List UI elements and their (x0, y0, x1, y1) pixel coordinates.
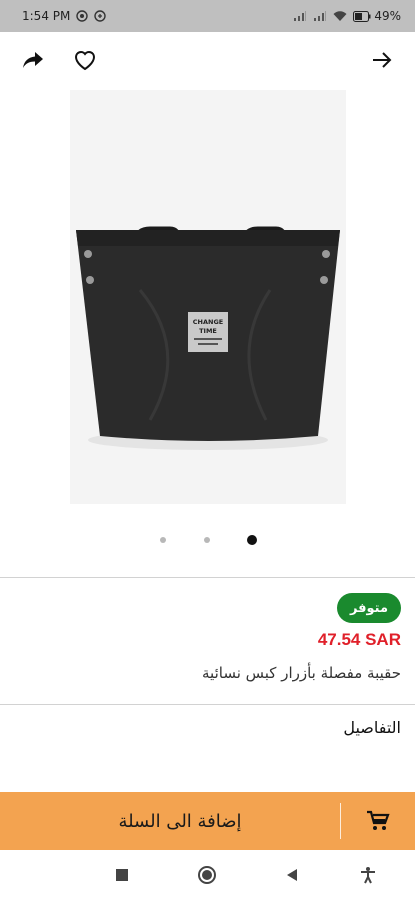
system-nav-bar (0, 850, 415, 900)
carousel-dot[interactable] (160, 537, 166, 543)
home-icon[interactable] (197, 865, 217, 885)
cart-icon (341, 810, 415, 832)
battery-percent: 49% (374, 9, 401, 23)
data-saver-icon (94, 10, 107, 22)
status-time: 1:54 PM (22, 9, 71, 23)
product-image[interactable]: CHANGE TIME (70, 90, 346, 504)
signal-icon (293, 10, 307, 22)
signal-icon-2 (313, 10, 327, 22)
tag-text-line-2: TIME (199, 327, 217, 335)
top-bar-actions (20, 47, 98, 73)
product-price: 47.54 SAR (317, 630, 401, 649)
tag-text-line-1: CHANGE (193, 318, 223, 326)
availability-badge: متوفر (337, 593, 401, 623)
status-right: 49% (293, 9, 401, 23)
status-left: 1:54 PM (22, 9, 107, 23)
add-to-cart-label: إضافة الى السلة (118, 810, 242, 832)
divider (0, 704, 415, 705)
status-bar: 1:54 PM 49% (0, 0, 415, 32)
divider (0, 577, 415, 578)
heart-icon[interactable] (72, 47, 98, 73)
recents-icon[interactable] (112, 865, 132, 885)
share-icon[interactable] (20, 47, 46, 73)
back-icon[interactable] (282, 865, 302, 885)
arrow-forward-icon[interactable] (369, 47, 395, 73)
battery-indicator: 49% (353, 9, 401, 23)
top-app-bar (0, 32, 415, 88)
details-section-title[interactable]: التفاصيل (343, 718, 401, 737)
wifi-icon (333, 10, 347, 22)
carousel-dot[interactable] (204, 537, 210, 543)
accessibility-icon[interactable] (358, 865, 378, 885)
product-name: حقيبة مفصلة بأزرار كبس نسائية (202, 664, 401, 682)
carousel-dots (0, 534, 415, 548)
bag-illustration: CHANGE TIME (70, 90, 346, 504)
battery-icon (353, 10, 371, 22)
cart-separator (340, 803, 341, 839)
at-notification-icon (76, 10, 89, 22)
carousel-dot-active[interactable] (247, 535, 257, 545)
add-to-cart-button[interactable]: إضافة الى السلة (0, 792, 415, 850)
